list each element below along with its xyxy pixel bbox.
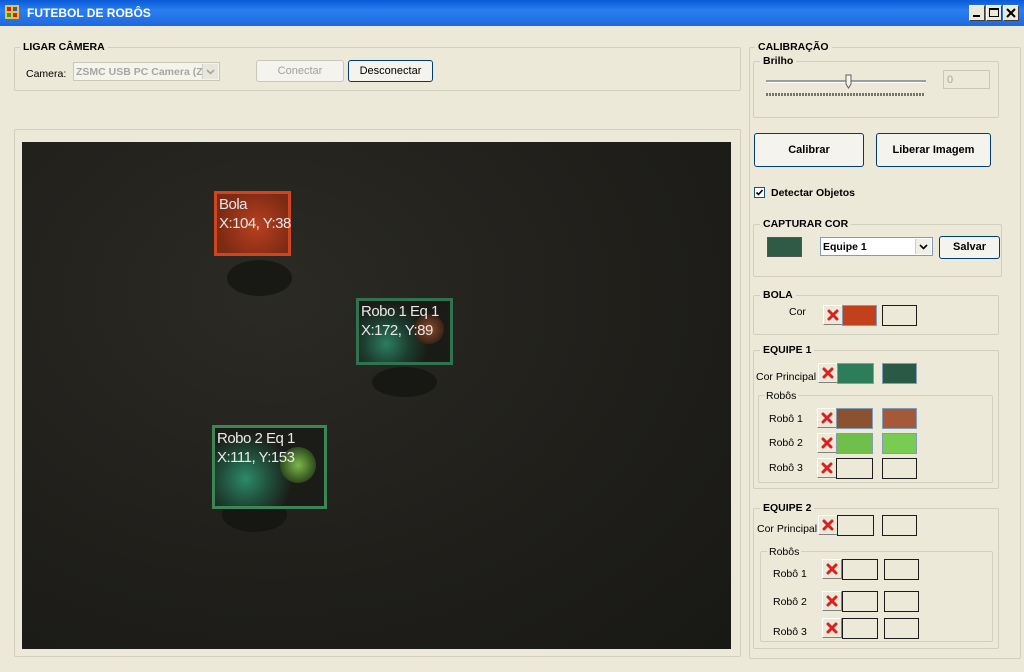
team2-robot3-swatch-b	[884, 618, 919, 639]
team-select-value: Equipe 1	[823, 241, 867, 253]
window-title: FUTEBOL DE ROBÔS	[27, 6, 151, 20]
red-x-icon	[821, 462, 833, 474]
team2-robot1-clear-button[interactable]	[822, 559, 842, 579]
title-bar[interactable]: FUTEBOL DE ROBÔS	[0, 0, 1024, 26]
save-color-button[interactable]: Salvar	[939, 236, 1000, 259]
chevron-down-icon	[919, 244, 928, 250]
release-image-button[interactable]: Liberar Imagem	[876, 133, 991, 167]
detect-objects-checkbox[interactable]	[754, 187, 765, 198]
team1-robot3-clear-button[interactable]	[817, 458, 837, 478]
team1-robot1-clear-button[interactable]	[817, 408, 837, 428]
red-x-icon	[821, 437, 833, 449]
team1-main-swatch-a	[837, 363, 874, 384]
captured-color-swatch	[767, 237, 802, 257]
robot1-shadow	[372, 367, 437, 397]
team2-robot1-swatch-b	[884, 559, 919, 580]
team2-main-clear-button[interactable]	[818, 515, 838, 535]
team1-main-clear-button[interactable]	[818, 363, 838, 383]
ball-clear-button[interactable]	[823, 305, 843, 325]
camera-group-title: LIGAR CÂMERA	[20, 41, 108, 53]
team1-robot2-swatch-b	[882, 433, 917, 454]
red-x-icon	[821, 412, 833, 424]
calibrate-button[interactable]: Calibrar	[754, 133, 864, 167]
team2-robot2-clear-button[interactable]	[822, 591, 842, 611]
team1-robot1-label: Robô 1	[769, 413, 803, 425]
team1-title: EQUIPE 1	[760, 344, 815, 356]
team1-robot1-swatch-a	[836, 408, 873, 429]
app-icon	[5, 5, 19, 19]
detect-objects-label: Detectar Objetos	[771, 187, 856, 199]
ball-color-swatch-2	[882, 305, 917, 326]
disconnect-button[interactable]: Desconectar	[348, 60, 433, 82]
team1-robot2-label: Robô 2	[769, 437, 803, 449]
team2-title: EQUIPE 2	[760, 502, 815, 514]
team2-robot3-clear-button[interactable]	[822, 618, 842, 638]
team1-robot3-swatch-a	[836, 458, 873, 479]
team1-main-label: Cor Principal	[756, 371, 817, 383]
ball-shadow	[227, 260, 292, 296]
red-x-icon	[822, 519, 834, 531]
team2-robot2-swatch-b	[884, 591, 919, 612]
camera-select-value: ZSMC USB PC Camera (Z	[76, 66, 203, 78]
ball-detection-label: Bola X:104, Y:38	[219, 196, 291, 232]
chevron-down-icon	[206, 69, 215, 75]
camera-label: Camera:	[26, 68, 67, 80]
red-x-icon	[827, 309, 839, 321]
team1-robot2-swatch-a	[836, 433, 873, 454]
robot1-detection-label: Robo 1 Eq 1 X:172, Y:89	[361, 303, 439, 339]
brightness-value: 0	[947, 74, 954, 86]
red-x-icon	[826, 563, 838, 575]
maximize-button[interactable]	[986, 5, 1002, 21]
camera-select-arrow[interactable]	[202, 64, 218, 79]
team1-robot3-label: Robô 3	[769, 462, 803, 474]
robot2-detection-label: Robo 2 Eq 1 X:111, Y:153	[217, 430, 295, 466]
team2-robot2-label: Robô 2	[773, 596, 807, 608]
team2-robots-title: Robôs	[767, 546, 802, 558]
camera-select[interactable]: ZSMC USB PC Camera (Z	[73, 62, 220, 81]
red-x-icon	[826, 622, 838, 634]
team1-robot1-swatch-b	[882, 408, 917, 429]
team1-robot3-swatch-b	[882, 458, 917, 479]
ball-title: BOLA	[760, 289, 796, 301]
team2-robot3-swatch-a	[842, 618, 878, 639]
close-button[interactable]	[1003, 5, 1019, 21]
team2-main-swatch-b	[882, 515, 917, 536]
team2-robot1-label: Robô 1	[773, 568, 807, 580]
team1-main-swatch-b	[882, 363, 917, 384]
brightness-label: Brilho	[760, 55, 797, 67]
brightness-slider[interactable]	[766, 74, 930, 100]
connect-button[interactable]: Conectar	[256, 60, 344, 82]
red-x-icon	[822, 367, 834, 379]
team2-robot2-swatch-a	[842, 591, 878, 612]
team2-main-label: Cor Principal	[757, 523, 818, 535]
capture-color-title: CAPTURAR COR	[760, 218, 852, 230]
red-x-icon	[826, 595, 838, 607]
team-select[interactable]: Equipe 1	[820, 237, 933, 256]
team1-robots-title: Robôs	[764, 390, 799, 402]
team2-main-swatch-a	[837, 515, 874, 536]
team2-robot1-swatch-a	[842, 559, 878, 580]
team2-robot3-label: Robô 3	[773, 626, 807, 638]
ball-color-label: Cor	[789, 306, 806, 318]
team1-robot2-clear-button[interactable]	[817, 433, 837, 453]
minimize-button[interactable]	[969, 5, 985, 21]
brightness-value-field[interactable]: 0	[943, 70, 990, 89]
calibration-title: CALIBRAÇÃO	[755, 41, 832, 53]
checkmark-icon	[755, 189, 764, 196]
ball-color-swatch	[842, 305, 877, 326]
team-select-arrow[interactable]	[915, 239, 931, 254]
camera-view[interactable]: Bola X:104, Y:38 Robo 1 Eq 1 X:172, Y:89…	[22, 142, 731, 649]
